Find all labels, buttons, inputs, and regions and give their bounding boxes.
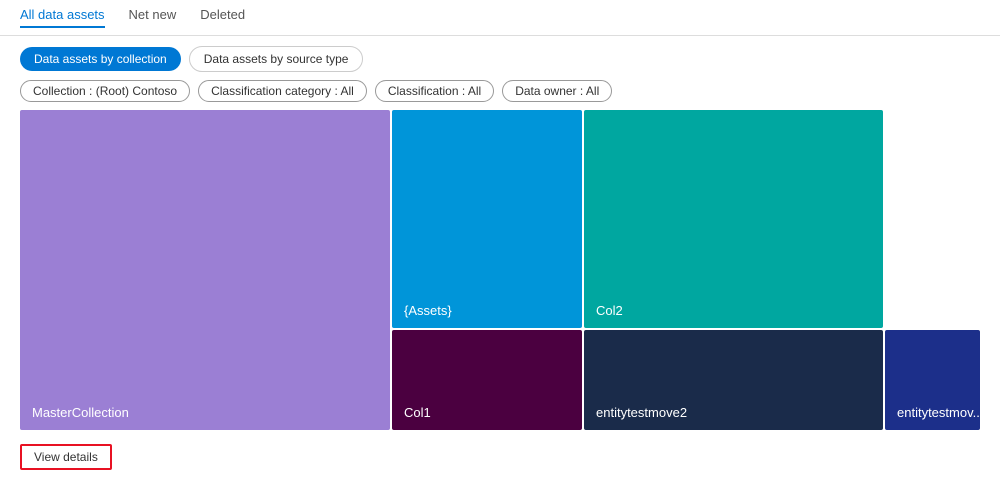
treemap-block-entitymov[interactable]: entitytestmov... — [885, 330, 980, 430]
tab-net-new[interactable]: Net new — [129, 7, 177, 28]
view-by-collection-button[interactable]: Data assets by collection — [20, 47, 181, 71]
filter-collection[interactable]: Collection : (Root) Contoso — [20, 80, 190, 102]
top-tab-bar: All data assets Net new Deleted — [0, 0, 1000, 36]
view-selector: Data assets by collection Data assets by… — [0, 36, 1000, 80]
treemap-block-entitymov-label: entitytestmov... — [897, 405, 983, 420]
treemap: MasterCollection {Assets} Col1 Col2 enti… — [20, 110, 980, 430]
treemap-far-right-col: entitytestmov... — [885, 110, 980, 430]
tab-all-data-assets[interactable]: All data assets — [20, 7, 105, 28]
treemap-block-assets-label: {Assets} — [404, 303, 452, 318]
filters-row: Collection : (Root) Contoso Classificati… — [0, 80, 1000, 110]
treemap-block-col2[interactable]: Col1 — [392, 330, 582, 430]
filter-classification-category[interactable]: Classification category : All — [198, 80, 367, 102]
treemap-block-entity2[interactable]: entitytestmove2 — [584, 330, 883, 430]
treemap-block-master[interactable]: MasterCollection — [20, 110, 390, 430]
treemap-block-assets[interactable]: {Assets} — [392, 110, 582, 328]
view-details-button[interactable]: View details — [20, 444, 112, 470]
treemap-mid-col: {Assets} Col1 — [392, 110, 582, 430]
filter-classification[interactable]: Classification : All — [375, 80, 494, 102]
treemap-right-col: Col2 entitytestmove2 — [584, 110, 883, 430]
treemap-block-entity2-label: entitytestmove2 — [596, 405, 687, 420]
treemap-block-col1-label: Col2 — [596, 303, 623, 318]
treemap-block-master-label: MasterCollection — [32, 405, 129, 420]
treemap-block-col2-label: Col1 — [404, 405, 431, 420]
treemap-block-col1[interactable]: Col2 — [584, 110, 883, 328]
tab-deleted[interactable]: Deleted — [200, 7, 245, 28]
filter-data-owner[interactable]: Data owner : All — [502, 80, 612, 102]
view-details-area: View details — [0, 430, 1000, 484]
view-by-source-button[interactable]: Data assets by source type — [189, 46, 364, 72]
treemap-right-side: {Assets} Col1 Col2 entitytestmove2 entit… — [392, 110, 980, 430]
